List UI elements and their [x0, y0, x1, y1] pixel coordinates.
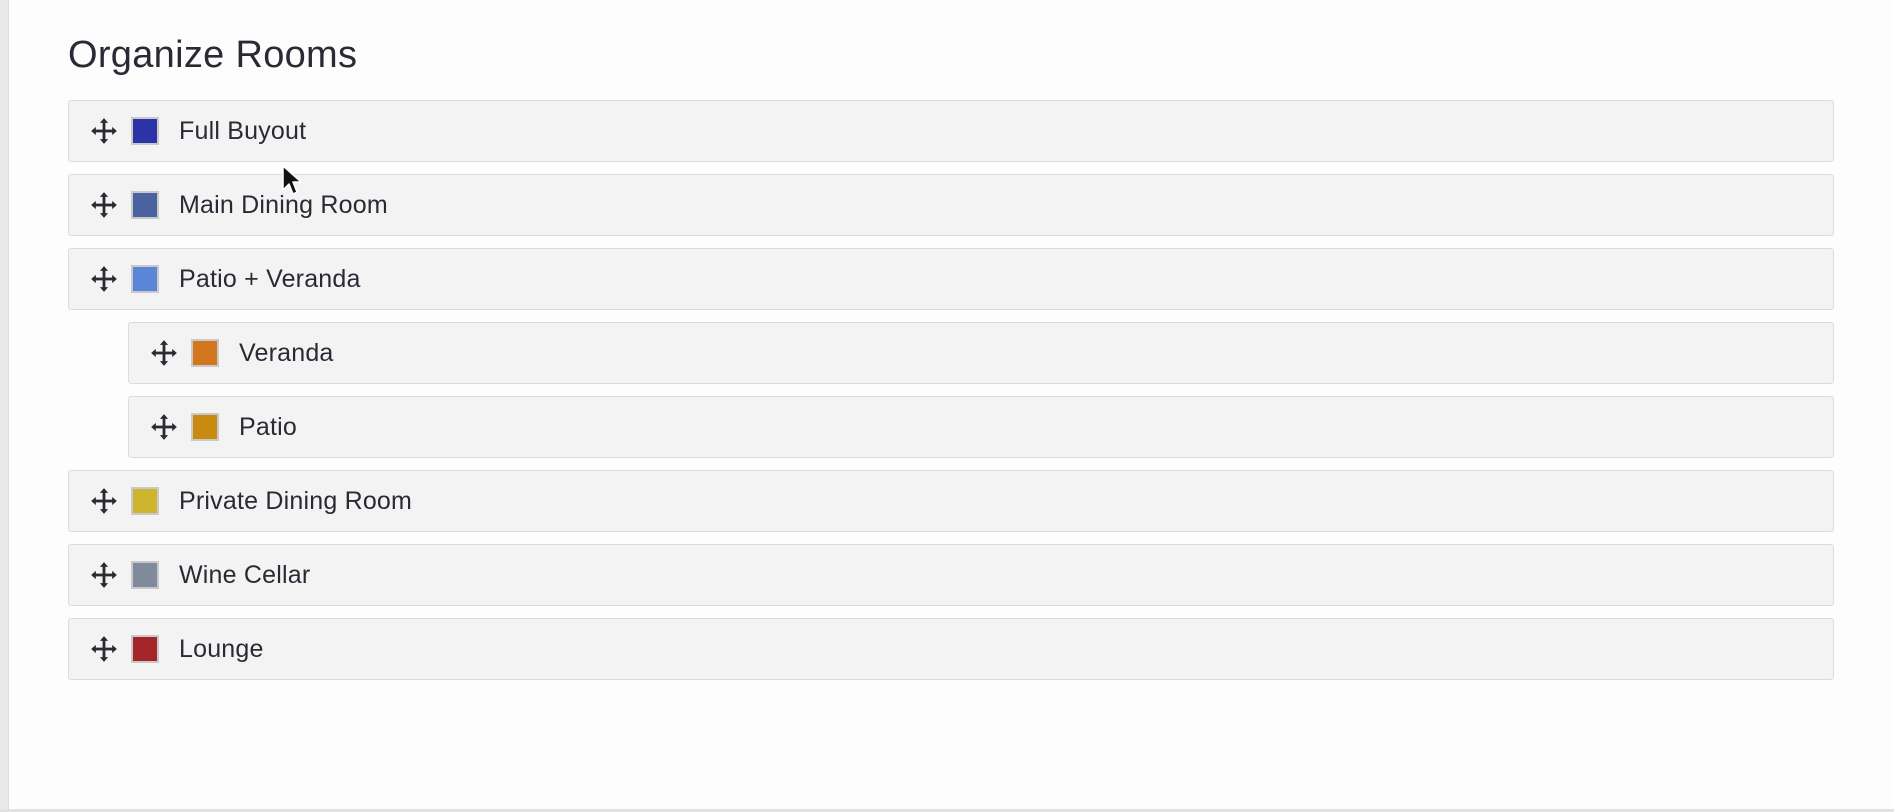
room-label: Wine Cellar: [179, 560, 311, 589]
room-row[interactable]: Patio: [128, 396, 1834, 458]
app-window: Organize Rooms Full Buyout Main Dining Ro…: [0, 0, 1894, 812]
left-border: [0, 0, 9, 812]
room-color-swatch: [131, 265, 159, 293]
room-row[interactable]: Wine Cellar: [68, 544, 1834, 606]
page-title: Organize Rooms: [68, 34, 358, 76]
room-color-swatch: [191, 339, 219, 367]
room-color-swatch: [191, 413, 219, 441]
room-label: Veranda: [239, 338, 334, 367]
room-color-swatch: [131, 191, 159, 219]
move-arrows-icon[interactable]: [89, 486, 119, 516]
organize-rooms-panel: Organize Rooms Full Buyout Main Dining Ro…: [68, 26, 1834, 692]
room-row[interactable]: Patio + Veranda: [68, 248, 1834, 310]
room-row[interactable]: Veranda: [128, 322, 1834, 384]
room-color-swatch: [131, 487, 159, 515]
room-row[interactable]: Private Dining Room: [68, 470, 1834, 532]
move-arrows-icon[interactable]: [149, 412, 179, 442]
move-arrows-icon[interactable]: [89, 634, 119, 664]
move-arrows-icon[interactable]: [89, 116, 119, 146]
room-row[interactable]: Main Dining Room: [68, 174, 1834, 236]
room-label: Full Buyout: [179, 116, 307, 145]
room-color-swatch: [131, 635, 159, 663]
room-row[interactable]: Full Buyout: [68, 100, 1834, 162]
room-color-swatch: [131, 117, 159, 145]
room-row[interactable]: Lounge: [68, 618, 1834, 680]
room-label: Patio: [239, 412, 297, 441]
room-list: Full Buyout Main Dining Room Patio + Veran…: [68, 100, 1834, 680]
room-label: Lounge: [179, 634, 264, 663]
room-label: Private Dining Room: [179, 486, 413, 515]
room-label: Patio + Veranda: [179, 264, 361, 293]
room-color-swatch: [131, 561, 159, 589]
move-arrows-icon[interactable]: [89, 560, 119, 590]
room-label: Main Dining Room: [179, 190, 388, 219]
move-arrows-icon[interactable]: [89, 190, 119, 220]
move-arrows-icon[interactable]: [89, 264, 119, 294]
move-arrows-icon[interactable]: [149, 338, 179, 368]
